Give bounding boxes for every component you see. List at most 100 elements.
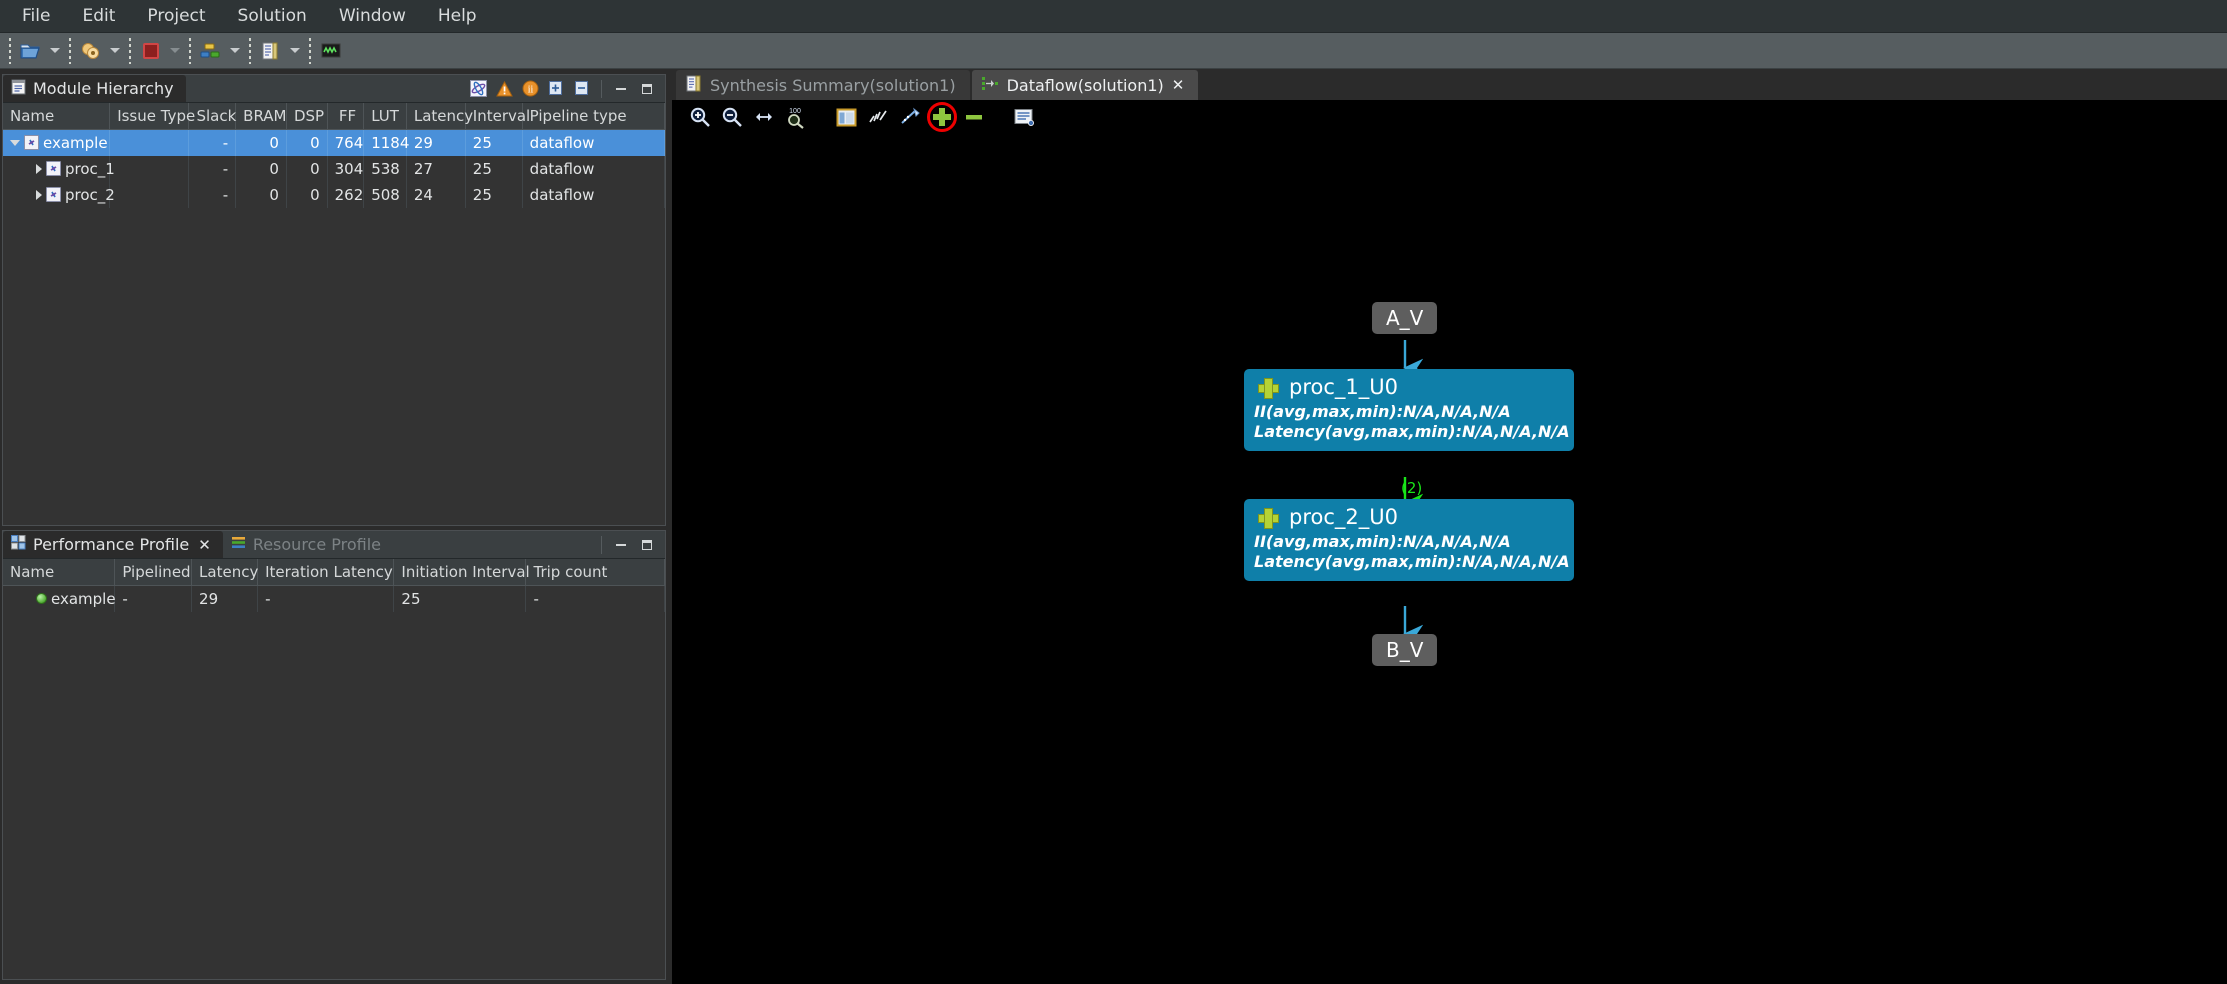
- expand-twisty-icon[interactable]: [10, 139, 20, 146]
- tab-performance-profile[interactable]: Performance Profile ✕: [3, 531, 223, 558]
- expand-twisty-icon[interactable]: [36, 163, 42, 174]
- minimize-icon[interactable]: [609, 533, 633, 557]
- col-lut[interactable]: LUT: [363, 103, 407, 130]
- toolbar-separator: [9, 37, 11, 64]
- collapse-node-icon[interactable]: [960, 103, 988, 131]
- expand-all-icon[interactable]: [544, 77, 568, 101]
- col-interval[interactable]: Interval: [465, 103, 530, 130]
- minimize-icon[interactable]: [609, 77, 633, 101]
- collapse-all-icon[interactable]: [570, 77, 594, 101]
- row-name: proc_1: [65, 159, 115, 178]
- expand-plus-icon[interactable]: [1258, 377, 1279, 399]
- open-project-dropdown-icon[interactable]: [46, 36, 64, 66]
- col-trip-count[interactable]: Trip count: [525, 559, 665, 586]
- cell-interval: 25: [465, 129, 523, 156]
- show-table-icon[interactable]: [832, 103, 860, 131]
- performance-profile-panel: Performance Profile ✕ Resource Profile N…: [2, 530, 666, 980]
- show-throughput-icon[interactable]: [864, 103, 892, 131]
- edge-label-proc1-proc2: (2): [1401, 479, 1423, 497]
- module-icon: [24, 135, 39, 151]
- cell-ff: 262: [327, 181, 365, 208]
- node-ii-line: II(avg,max,min):N/A,N/A,N/A: [1254, 532, 1511, 551]
- col-name[interactable]: Name: [3, 559, 116, 586]
- dataflow-node-proc-2-u0[interactable]: proc_2_U0 II(avg,max,min):N/A,N/A,N/A La…: [1244, 499, 1574, 581]
- module-hierarchy-icon: [11, 79, 26, 99]
- toolbar-separator: [249, 37, 251, 64]
- project-settings-icon[interactable]: [76, 36, 106, 66]
- dataflow-node-b-v[interactable]: B_V: [1372, 634, 1438, 666]
- performance-profile-table: Name Pipelined Latency Iteration Latency…: [3, 559, 665, 612]
- node-label: proc_1_U0: [1289, 375, 1398, 399]
- col-iteration-latency[interactable]: Iteration Latency: [257, 559, 395, 586]
- close-icon[interactable]: ✕: [196, 536, 211, 554]
- cell-lut: 1184: [363, 129, 409, 156]
- tools-divider: [601, 79, 602, 98]
- module-icon: [46, 187, 61, 202]
- tab-label: Resource Profile: [252, 535, 382, 554]
- run-c-synthesis-dropdown-icon[interactable]: [286, 36, 304, 66]
- highlight-path-icon[interactable]: [896, 103, 924, 131]
- dataflow-canvas[interactable]: A_V proc_1_U0 II(avg,max,min):N/A,N/A,N/…: [672, 134, 2227, 984]
- col-slack[interactable]: Slack: [188, 103, 236, 130]
- stop-icon[interactable]: [136, 36, 166, 66]
- close-icon[interactable]: ✕: [1172, 76, 1185, 94]
- open-project-icon[interactable]: [16, 36, 46, 66]
- fit-width-icon[interactable]: [750, 103, 778, 131]
- svg-text:ii: ii: [527, 85, 533, 96]
- col-latency[interactable]: Latency: [191, 559, 258, 586]
- expand-plus-icon[interactable]: [1258, 507, 1279, 529]
- menu-window[interactable]: Window: [323, 3, 422, 29]
- expand-twisty-icon[interactable]: [36, 189, 42, 200]
- menu-help[interactable]: Help: [422, 3, 493, 29]
- cell-issue-type: [109, 181, 190, 208]
- col-issue-type[interactable]: Issue Type: [109, 103, 195, 130]
- tab-synthesis-summary[interactable]: Synthesis Summary(solution1): [676, 70, 970, 100]
- menu-solution[interactable]: Solution: [222, 3, 323, 29]
- dataflow-node-a-v[interactable]: A_V: [1372, 302, 1438, 334]
- col-pipeline-type[interactable]: Pipeline type: [522, 103, 666, 130]
- col-latency[interactable]: Latency: [406, 103, 473, 130]
- maximize-icon[interactable]: [635, 533, 659, 557]
- run-c-simulation-dropdown-icon[interactable]: [226, 36, 244, 66]
- run-c-synthesis-icon[interactable]: [256, 36, 286, 66]
- export-rtl-icon[interactable]: [316, 36, 346, 66]
- project-settings-dropdown-icon[interactable]: [106, 36, 124, 66]
- col-bram[interactable]: BRAM: [235, 103, 287, 130]
- menu-file[interactable]: File: [6, 3, 66, 29]
- col-pipelined[interactable]: Pipelined: [114, 559, 193, 586]
- cell-name: example: [3, 585, 116, 612]
- module-icon[interactable]: [466, 77, 490, 101]
- table-row[interactable]: proc_2 - 0 0 262 508 24 25 dataflow: [3, 181, 666, 208]
- stop-dropdown-icon[interactable]: [166, 36, 184, 66]
- zoom-in-icon[interactable]: [686, 103, 714, 131]
- show-details-icon[interactable]: [1010, 103, 1038, 131]
- tab-resource-profile[interactable]: Resource Profile: [223, 531, 393, 558]
- row-name: proc_2: [65, 185, 115, 204]
- node-ii-line: II(avg,max,min):N/A,N/A,N/A: [1254, 402, 1511, 421]
- menu-edit[interactable]: Edit: [66, 3, 131, 29]
- warning-icon[interactable]: [492, 77, 516, 101]
- col-name[interactable]: Name: [3, 103, 111, 130]
- menu-project[interactable]: Project: [131, 3, 221, 29]
- col-initiation-interval[interactable]: Initiation Interval: [393, 559, 530, 586]
- table-row[interactable]: proc_1 - 0 0 304 538 27 25 dataflow: [3, 155, 666, 182]
- zoom-100-icon[interactable]: 100: [782, 103, 810, 131]
- cell-dsp: 0: [286, 181, 328, 208]
- toolbar-group-settings: [76, 36, 124, 66]
- tab-module-hierarchy[interactable]: Module Hierarchy: [3, 75, 186, 102]
- tab-dataflow[interactable]: Dataflow(solution1) ✕: [971, 70, 1199, 100]
- table-row[interactable]: example - 29 - 25 -: [3, 585, 665, 612]
- col-ff[interactable]: FF: [327, 103, 365, 130]
- toolbar-separator: [309, 37, 311, 64]
- expand-node-icon[interactable]: [927, 102, 957, 132]
- run-c-simulation-icon[interactable]: [196, 36, 226, 66]
- col-dsp[interactable]: DSP: [286, 103, 328, 130]
- dataflow-node-proc-1-u0[interactable]: proc_1_U0 II(avg,max,min):N/A,N/A,N/A La…: [1244, 369, 1574, 451]
- maximize-icon[interactable]: [635, 77, 659, 101]
- table-row[interactable]: example - 0 0 764 1184 29 25 dataflow: [3, 129, 666, 156]
- cell-name: proc_2: [3, 181, 115, 208]
- performance-profile-tabbar: Performance Profile ✕ Resource Profile: [3, 531, 665, 559]
- info-icon[interactable]: ii: [518, 77, 542, 101]
- performance-profile-tools: [596, 531, 665, 558]
- zoom-out-icon[interactable]: [718, 103, 746, 131]
